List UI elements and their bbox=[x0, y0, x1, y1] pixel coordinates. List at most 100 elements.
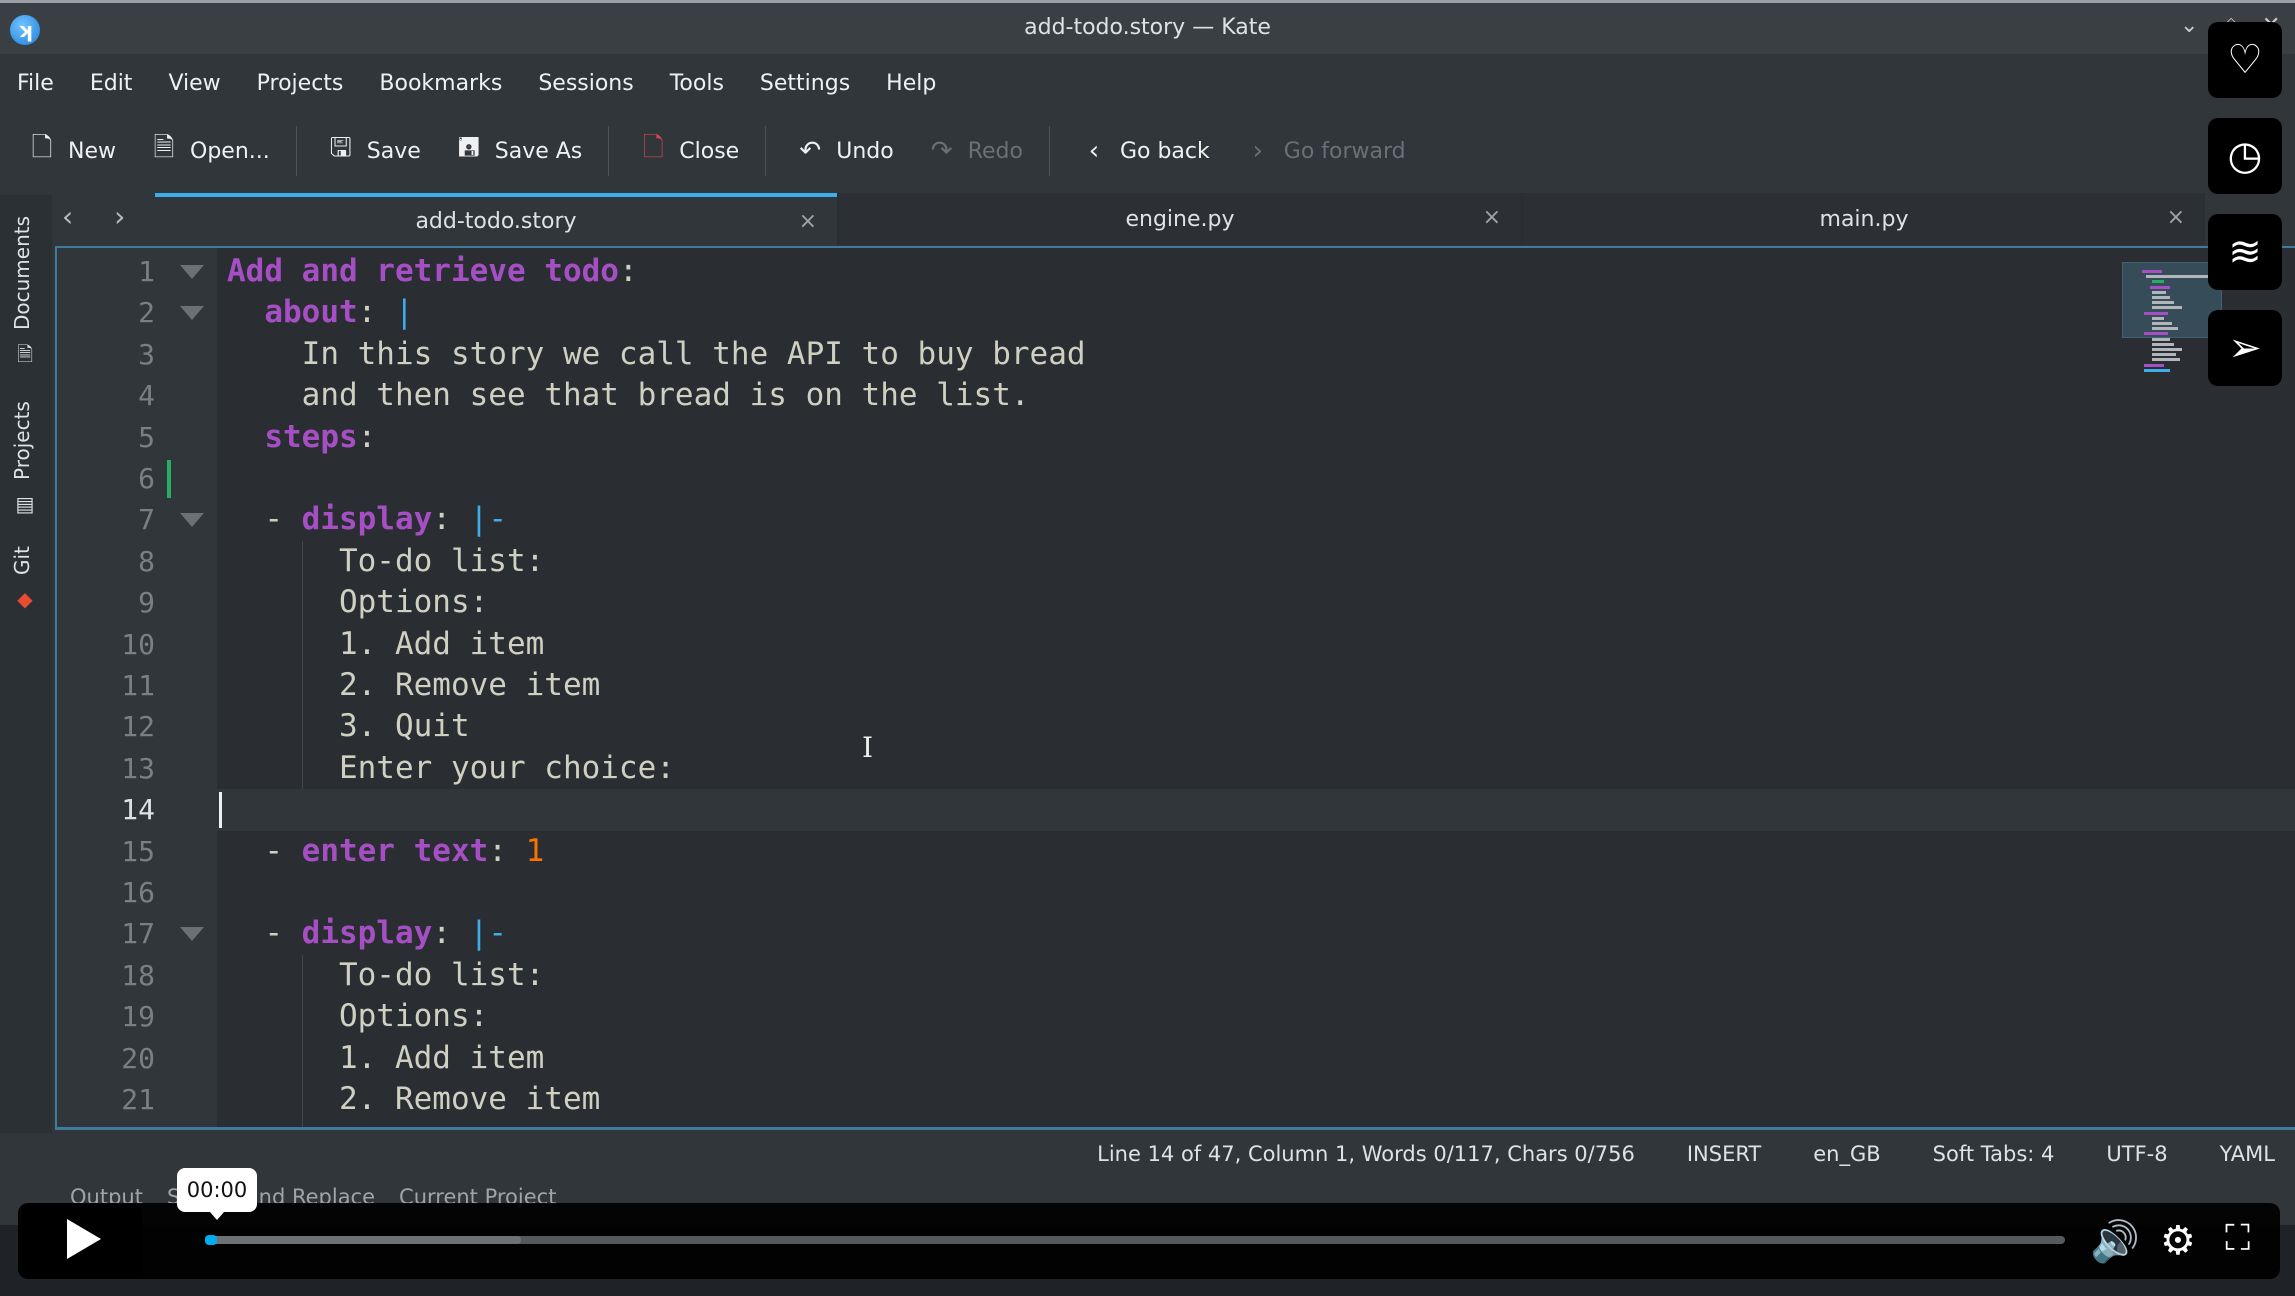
code-line-text: In this story we call the API to buy bre… bbox=[227, 335, 1086, 372]
status-bar: Line 14 of 47, Column 1, Words 0/117, Ch… bbox=[0, 1133, 2295, 1175]
line-number: 8 bbox=[138, 544, 155, 578]
heart-icon: ♡ bbox=[2227, 37, 2263, 83]
minimap-line bbox=[2152, 301, 2174, 305]
menu-projects[interactable]: Projects bbox=[257, 71, 344, 96]
fold-toggle-icon[interactable] bbox=[180, 927, 204, 942]
minimap-line bbox=[2146, 275, 2216, 279]
menu-bookmarks[interactable]: Bookmarks bbox=[379, 71, 502, 96]
code-line-text: Options: bbox=[227, 998, 489, 1035]
settings-gear-icon[interactable]: ⚙ bbox=[2160, 1218, 2196, 1264]
line-number: 11 bbox=[121, 669, 155, 702]
menu-view[interactable]: View bbox=[168, 71, 220, 96]
code-line-text: and then see that bread is on the list. bbox=[227, 377, 1030, 414]
menu-help[interactable]: Help bbox=[886, 71, 936, 96]
code-line: - display: |- bbox=[217, 913, 2295, 954]
tab-engine-py[interactable]: engine.py × bbox=[839, 193, 1521, 245]
go-back-label: Go back bbox=[1119, 138, 1210, 164]
minimap-line bbox=[2152, 342, 2174, 346]
open-file-icon: 🗎 bbox=[153, 133, 175, 163]
tab-bar: add-todo.story × engine.py × main.py × bbox=[155, 193, 2205, 245]
collections-button[interactable]: ≋ bbox=[2208, 214, 2282, 290]
minimap-line bbox=[2152, 306, 2182, 310]
encoding[interactable]: UTF-8 bbox=[2106, 1142, 2167, 1166]
dictionary[interactable]: en_GB bbox=[1813, 1142, 1880, 1166]
window-title: add-todo.story — Kate bbox=[1024, 15, 1271, 40]
code-line-text: steps: bbox=[264, 418, 377, 455]
tab-next-button[interactable]: › bbox=[114, 200, 125, 233]
line-number: 19 bbox=[121, 1000, 155, 1034]
play-button[interactable] bbox=[22, 1203, 142, 1279]
cursor-position[interactable]: Line 14 of 47, Column 1, Words 0/117, Ch… bbox=[1097, 1142, 1635, 1166]
redo-button[interactable]: ↷ Redo bbox=[928, 136, 1023, 166]
side-tab-projects[interactable]: Projects bbox=[10, 401, 34, 480]
side-tab-documents[interactable]: Documents bbox=[10, 216, 34, 330]
video-progress-bar[interactable] bbox=[205, 1235, 2065, 1245]
documents-icon: 🗎 bbox=[16, 342, 34, 366]
close-icon[interactable]: × bbox=[2167, 205, 2185, 230]
chevron-down-icon[interactable]: ⌄ bbox=[2180, 13, 2198, 38]
tab-label: add-todo.story bbox=[415, 208, 577, 234]
code-line: Add and retrieve todo: bbox=[217, 251, 2295, 292]
close-button[interactable]: 🗋 Close bbox=[639, 129, 739, 173]
side-tab-git[interactable]: Git bbox=[10, 546, 34, 575]
layers-icon: ≋ bbox=[2228, 229, 2262, 275]
indent-setting[interactable]: Soft Tabs: 4 bbox=[1933, 1142, 2055, 1166]
code-line: 1. Add item bbox=[217, 624, 2295, 665]
fold-toggle-icon[interactable] bbox=[180, 306, 204, 321]
code-line: 2. Remove item bbox=[217, 665, 2295, 706]
minimap-line bbox=[2144, 368, 2170, 372]
like-button[interactable]: ♡ bbox=[2208, 22, 2282, 98]
save-as-button[interactable]: 🖪 Save As bbox=[455, 129, 583, 173]
new-button[interactable]: 🗋 New bbox=[28, 129, 116, 173]
code-line-text: Add and retrieve todo: bbox=[227, 253, 638, 289]
line-number: 1 bbox=[138, 255, 155, 288]
modified-line-marker bbox=[167, 460, 171, 498]
tab-main-py[interactable]: main.py × bbox=[1523, 193, 2205, 245]
fold-toggle-icon[interactable] bbox=[180, 265, 204, 279]
close-icon[interactable]: × bbox=[1483, 205, 1501, 230]
go-back-button[interactable]: ‹ Go back bbox=[1080, 136, 1210, 166]
syntax-mode[interactable]: YAML bbox=[2220, 1142, 2275, 1166]
share-button[interactable]: ➢ bbox=[2208, 310, 2282, 386]
undo-icon: ↶ bbox=[799, 136, 822, 166]
watch-later-button[interactable]: ◷ bbox=[2208, 118, 2282, 194]
line-number: 10 bbox=[121, 627, 155, 661]
tab-prev-button[interactable]: ‹ bbox=[62, 200, 73, 233]
input-mode[interactable]: INSERT bbox=[1687, 1142, 1761, 1166]
code-line: about: | bbox=[217, 292, 2295, 333]
save-as-label: Save As bbox=[494, 138, 583, 164]
side-panel: Documents 🗎 Projects ▤ Git ◆ bbox=[0, 195, 52, 1155]
menu-edit[interactable]: Edit bbox=[90, 71, 133, 96]
undo-button[interactable]: ↶ Undo bbox=[796, 136, 893, 166]
code-line-text: Options: bbox=[227, 584, 489, 621]
minimap-line bbox=[2152, 322, 2172, 325]
code-line: Enter your choice: bbox=[217, 748, 2295, 789]
line-number: 5 bbox=[138, 420, 155, 454]
mouse-ibeam-cursor: I bbox=[862, 731, 874, 765]
minimap-line bbox=[2144, 363, 2164, 367]
go-forward-button[interactable]: › Go forward bbox=[1244, 136, 1406, 166]
close-icon[interactable]: × bbox=[799, 209, 817, 234]
code-editor[interactable]: 1 2 3 4 5 6 7 8 9 10 11 12 13 14 15 16 17 18 19 20 21 Add an… bbox=[55, 246, 2295, 1130]
fold-toggle-icon[interactable] bbox=[180, 513, 204, 528]
open-button[interactable]: 🗎 Open... bbox=[150, 129, 270, 173]
volume-icon[interactable]: 🔊 bbox=[2090, 1218, 2140, 1265]
code-line-text: 1. Add item bbox=[227, 1039, 545, 1076]
code-line: 1. Add item bbox=[217, 1038, 2295, 1079]
tab-add-todo-story[interactable]: add-todo.story × bbox=[155, 193, 837, 245]
code-line: Options: bbox=[217, 582, 2295, 623]
menu-settings[interactable]: Settings bbox=[760, 71, 850, 96]
fullscreen-icon[interactable]: ⛶ bbox=[2225, 1218, 2250, 1260]
code-area[interactable]: Add and retrieve todo: about: | In this … bbox=[217, 248, 2295, 1127]
code-line: 3. Quit bbox=[217, 706, 2295, 747]
toolbar-separator bbox=[1048, 126, 1050, 176]
code-line-text: about: | bbox=[264, 294, 414, 331]
menu-sessions[interactable]: Sessions bbox=[538, 71, 633, 96]
minimap-line bbox=[2152, 316, 2164, 320]
menu-file[interactable]: File bbox=[17, 71, 54, 96]
save-button[interactable]: 🖫 Save bbox=[327, 129, 421, 173]
menu-tools[interactable]: Tools bbox=[670, 71, 724, 96]
minimap-line bbox=[2152, 290, 2166, 294]
